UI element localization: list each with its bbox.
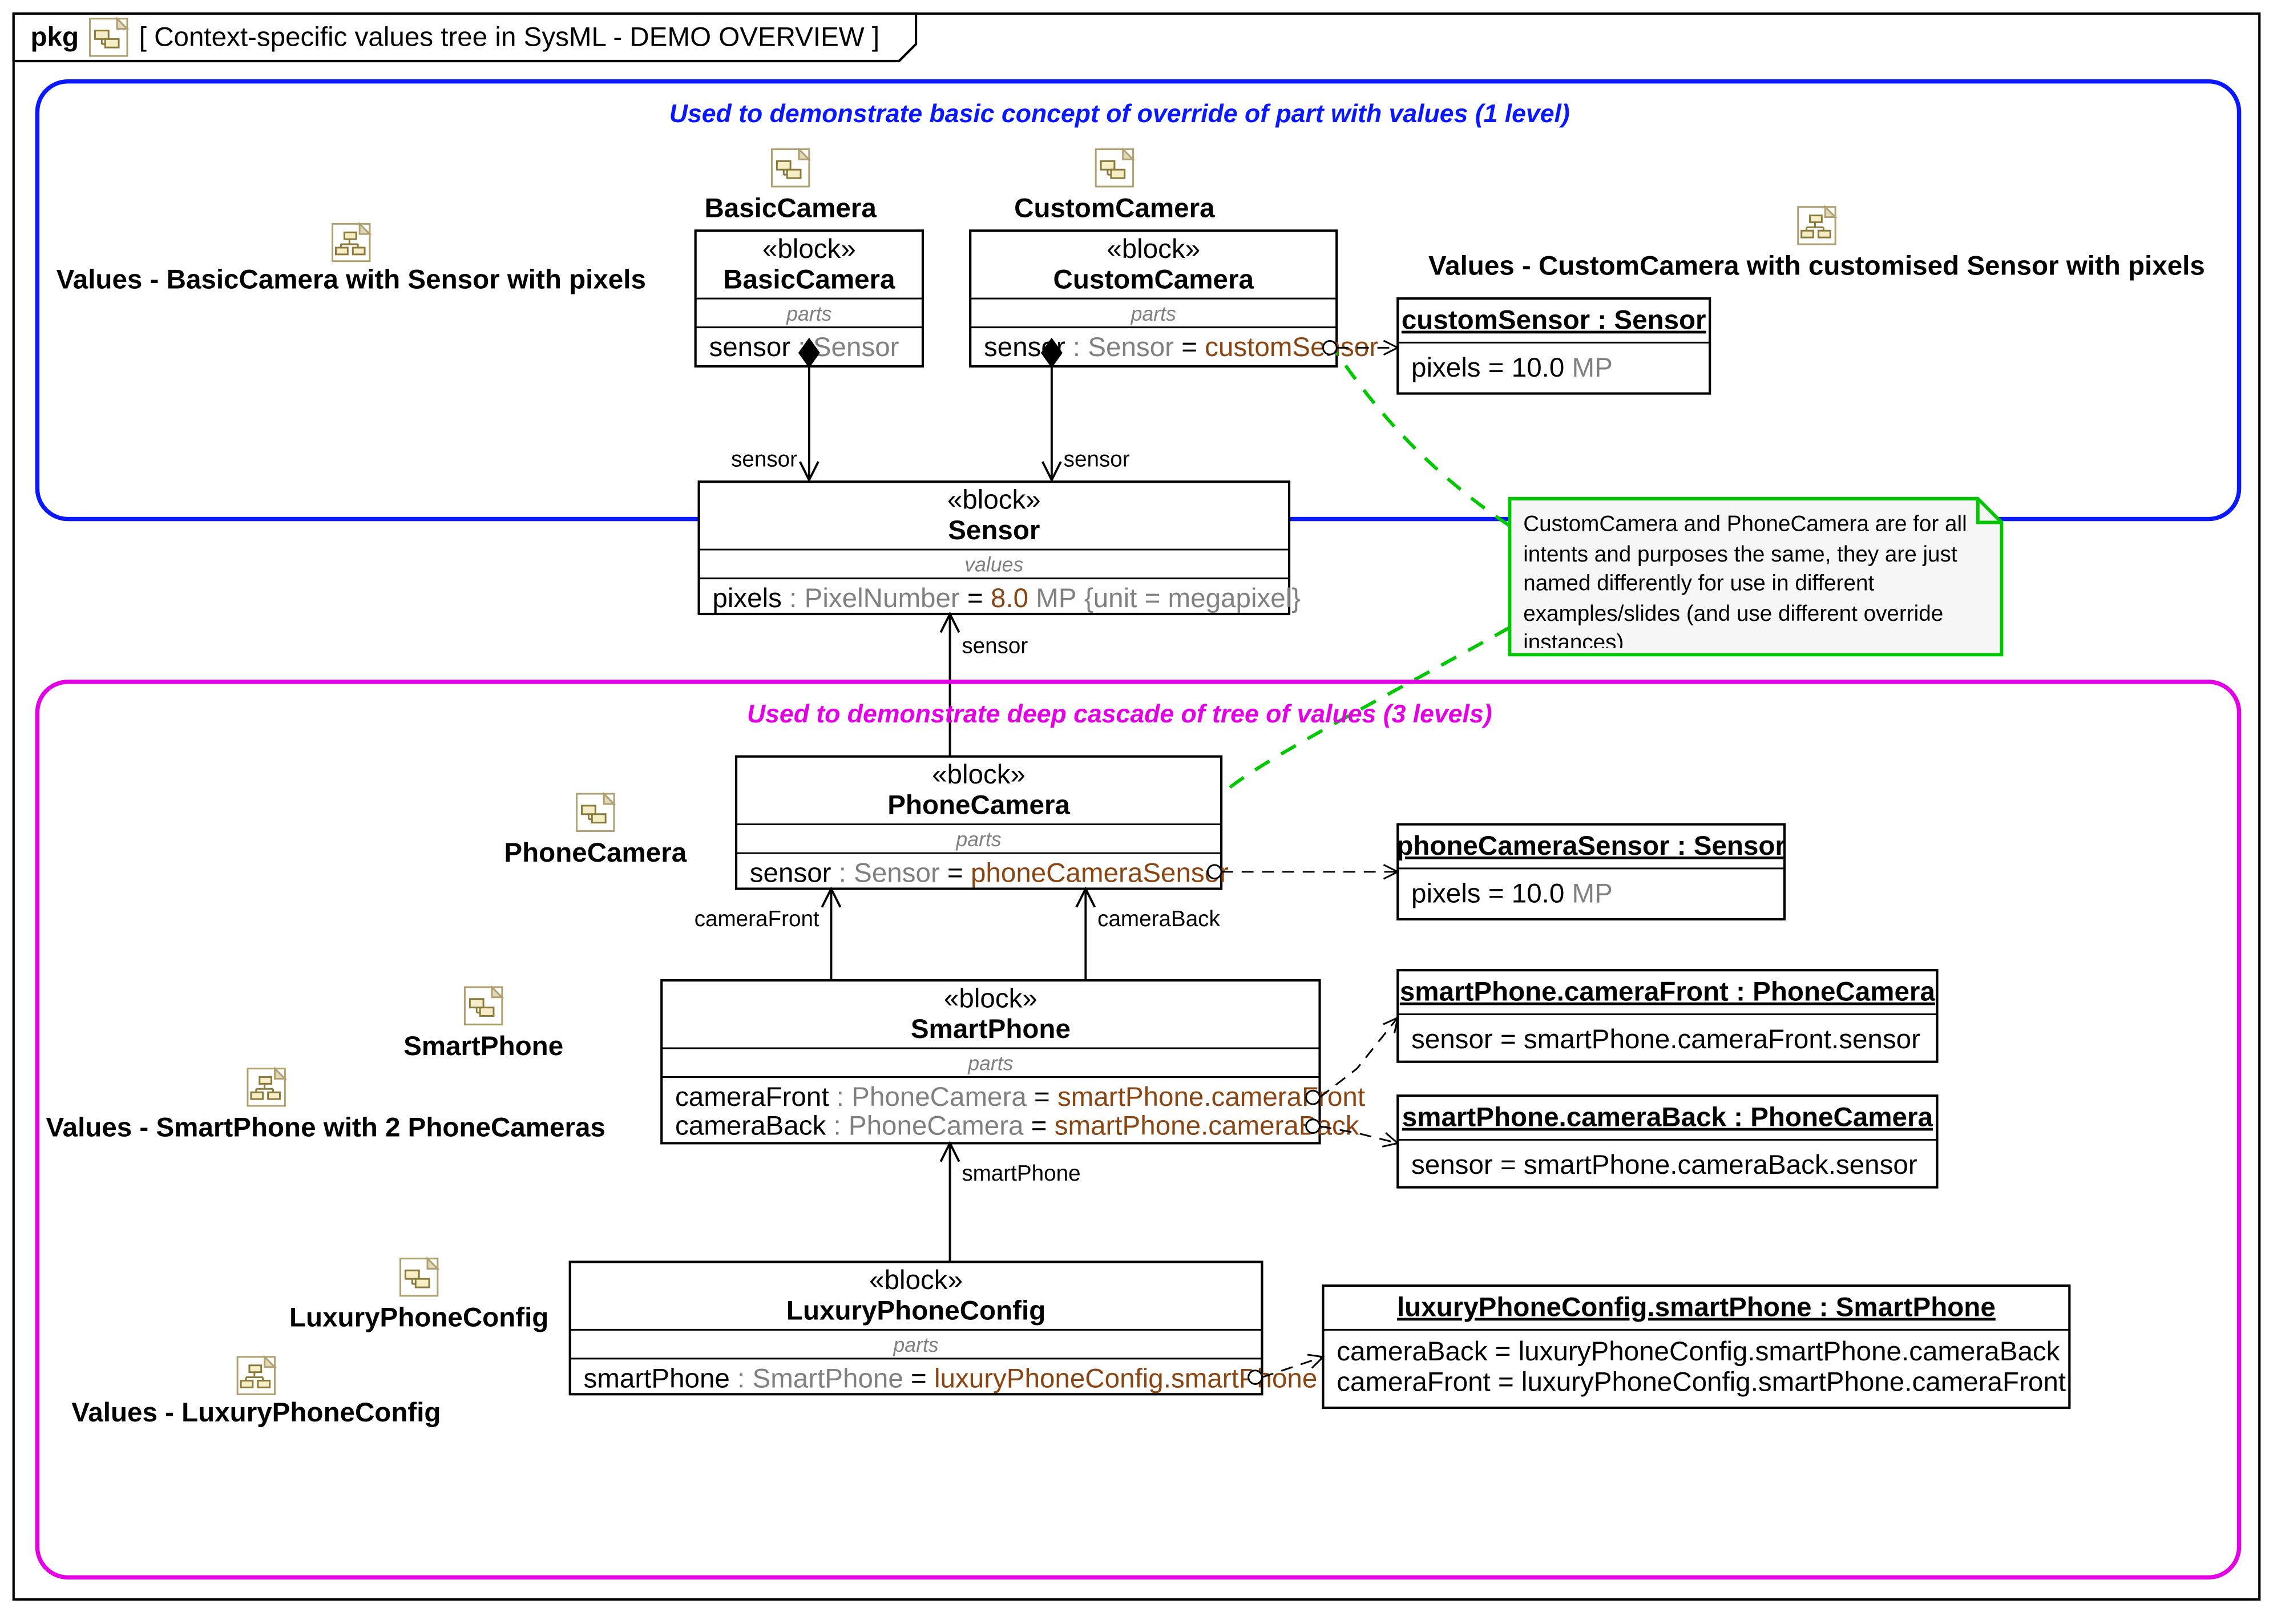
stereotype-label: «block» <box>932 760 1026 790</box>
instance-phone-camera-sensor: phoneCameraSensor : Sensor pixels = 10.0… <box>1396 825 1786 919</box>
diagram-canvas: pkg [ Context-specific values tree in Sy… <box>0 0 2273 1615</box>
port-dot <box>1306 1120 1320 1133</box>
label-values-luxury: Values - LuxuryPhoneConfig <box>71 1397 441 1428</box>
block-name: PhoneCamera <box>887 790 1070 821</box>
label-values-basic: Values - BasicCamera with Sensor with pi… <box>56 264 646 294</box>
compartment-label: parts <box>967 1052 1013 1075</box>
instance-slot-1: cameraBack = luxuryPhoneConfig.smartPhon… <box>1337 1336 2060 1367</box>
package-icon <box>1096 150 1133 187</box>
value-pixels: pixels : PixelNumber = 8.0 MP {unit = me… <box>712 583 1301 613</box>
instance-title: luxuryPhoneConfig.smartPhone : SmartPhon… <box>1397 1292 1996 1323</box>
block-sensor: «block» Sensor values pixels : PixelNumb… <box>699 482 1301 614</box>
label-phone-camera: PhoneCamera <box>504 838 687 868</box>
part-sensor: sensor : Sensor = customSensor <box>984 332 1378 362</box>
stereotype-label: «block» <box>869 1265 963 1295</box>
label-custom-camera: CustomCamera <box>1014 193 1215 223</box>
label-luxury-config: LuxuryPhoneConfig <box>289 1302 548 1332</box>
role-smartphone: smartPhone <box>962 1161 1080 1186</box>
port-dot <box>1249 1371 1262 1384</box>
region-title-top: Used to demonstrate basic concept of ove… <box>669 100 1570 128</box>
tree-icon <box>1798 207 1835 244</box>
instance-sp-front: smartPhone.cameraFront : PhoneCamera sen… <box>1398 970 1937 1062</box>
compartment-label: parts <box>1131 302 1176 325</box>
instance-slot: sensor = smartPhone.cameraFront.sensor <box>1411 1024 1920 1055</box>
instance-lux-sp: luxuryPhoneConfig.smartPhone : SmartPhon… <box>1323 1286 2069 1408</box>
tree-icon <box>237 1357 274 1394</box>
port-dot <box>1306 1090 1320 1104</box>
part-smartphone: smartPhone : SmartPhone = luxuryPhoneCon… <box>584 1363 1318 1393</box>
note-custom-phone-camera: CustomCamera and PhoneCamera are for all… <box>1509 499 2001 655</box>
label-basic-camera: BasicCamera <box>704 193 877 223</box>
block-name: CustomCamera <box>1053 264 1254 294</box>
compartment-label: parts <box>893 1334 938 1356</box>
role-sensor: sensor <box>1064 447 1130 471</box>
block-custom-camera: «block» CustomCamera parts sensor : Sens… <box>970 231 1378 366</box>
instance-title: smartPhone.cameraFront : PhoneCamera <box>1400 977 1936 1007</box>
block-basic-camera: «block» BasicCamera parts sensor : Senso… <box>696 231 923 366</box>
port-dot <box>1208 865 1221 879</box>
block-smart-phone: «block» SmartPhone parts cameraFront : P… <box>661 980 1365 1143</box>
instance-slot: sensor = smartPhone.cameraBack.sensor <box>1411 1150 1917 1180</box>
region-title-bottom: Used to demonstrate deep cascade of tree… <box>747 700 1492 728</box>
role-camera-back: cameraBack <box>1097 907 1220 931</box>
instance-sp-back: smartPhone.cameraBack : PhoneCamera sens… <box>1398 1096 1937 1187</box>
block-name: BasicCamera <box>723 264 895 294</box>
frame-keyword: pkg <box>31 22 79 52</box>
package-icon <box>90 19 127 56</box>
label-values-custom: Values - CustomCamera with customised Se… <box>1428 251 2205 281</box>
block-name: Sensor <box>948 515 1040 546</box>
block-name: LuxuryPhoneConfig <box>786 1296 1045 1326</box>
instance-title: customSensor : Sensor <box>1402 305 1706 336</box>
label-smart-phone: SmartPhone <box>403 1031 563 1061</box>
port-dot <box>1323 341 1337 354</box>
tree-icon <box>333 224 370 261</box>
block-phone-camera: «block» PhoneCamera parts sensor : Senso… <box>736 757 1229 889</box>
compartment-label: values <box>964 554 1023 576</box>
instance-slot-2: cameraFront = luxuryPhoneConfig.smartPho… <box>1337 1367 2066 1397</box>
note-text: CustomCamera and PhoneCamera are for all… <box>1523 509 1991 648</box>
label-values-smart: Values - SmartPhone with 2 PhoneCameras <box>46 1112 605 1142</box>
instance-title: phoneCameraSensor : Sensor <box>1396 831 1786 861</box>
instance-title: smartPhone.cameraBack : PhoneCamera <box>1402 1102 1933 1133</box>
role-camera-front: cameraFront <box>695 907 819 931</box>
stereotype-label: «block» <box>1107 234 1200 264</box>
role-sensor: sensor <box>962 633 1028 658</box>
part-sensor: sensor : Sensor = phoneCameraSensor <box>750 858 1229 888</box>
tree-icon <box>248 1069 285 1106</box>
block-name: SmartPhone <box>911 1014 1071 1044</box>
instance-custom-sensor: customSensor : Sensor pixels = 10.0 MP <box>1398 298 1710 393</box>
block-luxury-config: «block» LuxuryPhoneConfig parts smartPho… <box>570 1262 1318 1394</box>
instance-slot: pixels = 10.0 MP <box>1411 353 1613 383</box>
package-icon <box>577 794 614 831</box>
package-icon <box>772 150 809 187</box>
package-icon <box>465 987 502 1024</box>
stereotype-label: «block» <box>947 485 1041 515</box>
part-sensor: sensor : Sensor <box>709 332 899 362</box>
part-camera-front: cameraFront : PhoneCamera = smartPhone.c… <box>675 1082 1365 1112</box>
instance-slot: pixels = 10.0 MP <box>1411 878 1613 908</box>
stereotype-label: «block» <box>762 234 856 264</box>
role-sensor: sensor <box>731 447 797 471</box>
package-icon <box>400 1259 437 1296</box>
compartment-label: parts <box>955 828 1001 851</box>
stereotype-label: «block» <box>944 984 1037 1014</box>
part-camera-back: cameraBack : PhoneCamera = smartPhone.ca… <box>675 1111 1359 1141</box>
compartment-label: parts <box>786 302 831 325</box>
frame-title: [ Context-specific values tree in SysML … <box>139 22 879 52</box>
